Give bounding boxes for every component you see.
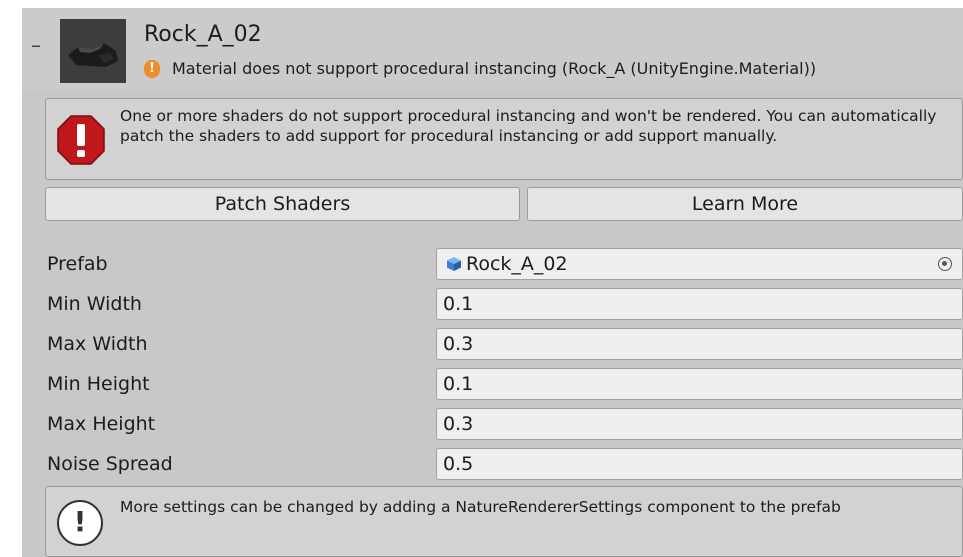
patch-shaders-button[interactable]: Patch Shaders [45, 187, 520, 221]
material-warning-text: Material does not support procedural ins… [172, 59, 817, 78]
min-height-row: Min Height 0.1 [22, 368, 963, 400]
prefab-object-field[interactable]: Rock_A_02 [436, 248, 963, 280]
noise-spread-row: Noise Spread 0.5 [22, 448, 963, 480]
object-picker-icon[interactable] [938, 257, 952, 271]
max-width-label: Max Width [47, 333, 148, 355]
prefab-row: Prefab Rock_A_02 [22, 248, 963, 280]
min-width-row: Min Width 0.1 [22, 288, 963, 320]
error-stop-icon [57, 115, 105, 165]
settings-info-box: ! More settings can be changed by adding… [45, 486, 963, 557]
min-height-label: Min Height [47, 373, 150, 395]
min-height-input[interactable]: 0.1 [436, 368, 963, 400]
max-height-label: Max Height [47, 413, 156, 435]
prefab-label: Prefab [47, 253, 108, 275]
shader-error-box: One or more shaders do not support proce… [45, 98, 963, 180]
shader-error-text: One or more shaders do not support proce… [120, 107, 937, 145]
rock-thumbnail [60, 19, 126, 83]
noise-spread-label: Noise Spread [47, 453, 173, 475]
max-width-input[interactable]: 0.3 [436, 328, 963, 360]
noise-spread-input[interactable]: 0.5 [436, 448, 963, 480]
max-height-row: Max Height 0.3 [22, 408, 963, 440]
inspector-panel: – Rock_A_02 ! Material does not support … [22, 8, 963, 557]
max-width-row: Max Width 0.3 [22, 328, 963, 360]
warning-icon: ! [144, 60, 160, 78]
info-icon: ! [57, 500, 103, 546]
learn-more-button[interactable]: Learn More [527, 187, 963, 221]
item-header: – Rock_A_02 ! Material does not support … [22, 8, 963, 90]
settings-info-text: More settings can be changed by adding a… [120, 498, 841, 516]
min-width-input[interactable]: 0.1 [436, 288, 963, 320]
prefab-cube-icon [447, 257, 461, 271]
collapse-toggle[interactable]: – [31, 35, 41, 55]
min-width-label: Min Width [47, 293, 142, 315]
prefab-value: Rock_A_02 [466, 253, 568, 275]
max-height-input[interactable]: 0.3 [436, 408, 963, 440]
material-warning: ! Material does not support procedural i… [144, 59, 816, 79]
item-title: Rock_A_02 [144, 22, 262, 47]
